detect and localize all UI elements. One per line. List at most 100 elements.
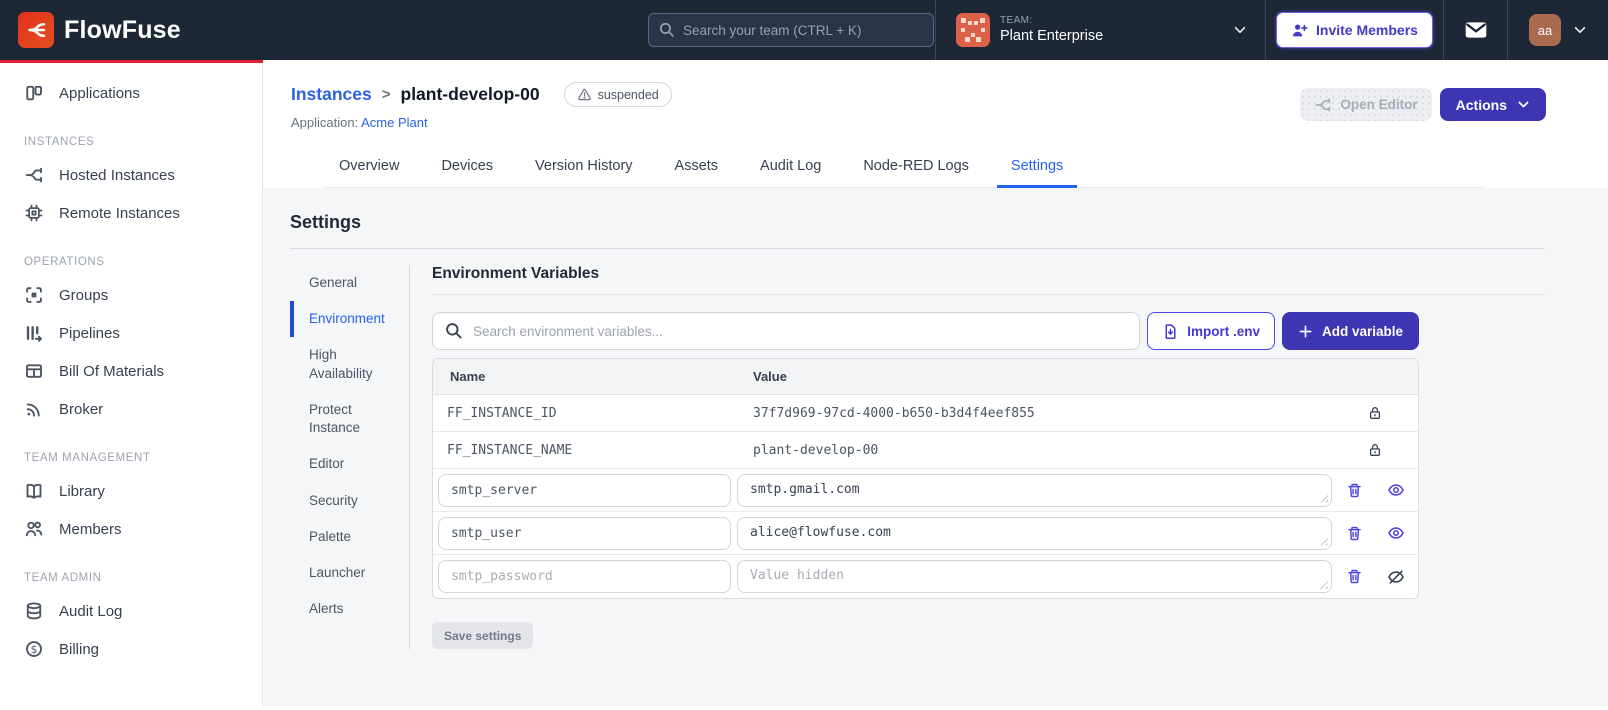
notifications-button[interactable] — [1443, 0, 1507, 60]
lock-icon — [1367, 442, 1383, 458]
plus-icon — [1298, 324, 1313, 339]
delete-variable-button[interactable] — [1346, 525, 1363, 542]
hide-value-eye-slash-icon[interactable] — [1387, 568, 1405, 586]
tab-devices[interactable]: Devices — [427, 150, 507, 188]
top-navbar: FlowFuse TEAM: Plant Enterprise — [0, 0, 1608, 63]
team-selector[interactable]: TEAM: Plant Enterprise — [935, 0, 1265, 60]
instance-name: plant-develop-00 — [400, 84, 540, 104]
brand[interactable]: FlowFuse — [0, 12, 181, 48]
tab-overview[interactable]: Overview — [325, 150, 413, 188]
table-icon — [24, 361, 44, 381]
settings-nav-palette[interactable]: Palette — [290, 519, 409, 555]
import-env-label: Import .env — [1187, 323, 1260, 339]
team-avatar — [956, 13, 990, 47]
table-header: Name Value — [433, 359, 1418, 395]
brand-name: FlowFuse — [64, 15, 181, 44]
settings-nav-alerts[interactable]: Alerts — [290, 591, 409, 627]
status-badge-label: suspended — [597, 87, 659, 102]
chip-icon — [24, 203, 44, 223]
env-value: 37f7d969-97cd-4000-b650-b3d4f4eef855 — [753, 405, 1035, 421]
sidebar-section-instances: INSTANCES — [24, 136, 95, 148]
env-name: FF_INSTANCE_NAME — [447, 442, 573, 458]
invite-members-button[interactable]: Invite Members — [1276, 12, 1433, 48]
global-search — [648, 13, 934, 47]
search-icon — [444, 321, 463, 340]
env-value-input[interactable]: smtp.gmail.com — [737, 473, 1332, 507]
env-search-input[interactable] — [432, 312, 1141, 350]
env-name: FF_INSTANCE_ID — [447, 405, 557, 421]
env-value: plant-develop-00 — [753, 442, 879, 458]
instance-header: Instances > plant-develop-00 suspended A… — [263, 60, 1608, 188]
applications-icon — [24, 83, 44, 103]
user-menu[interactable]: aa — [1507, 0, 1608, 60]
settings-nav-security[interactable]: Security — [290, 483, 409, 519]
sidebar-item-audit-log[interactable]: Audit Log — [0, 592, 262, 630]
sidebar-item-remote-instances[interactable]: Remote Instances — [0, 194, 262, 232]
column-header-name: Name — [450, 369, 486, 384]
open-editor-button[interactable]: Open Editor — [1300, 88, 1432, 121]
settings-nav-editor[interactable]: Editor — [290, 446, 409, 482]
settings-nav-environment[interactable]: Environment — [290, 301, 409, 338]
tab-version-history[interactable]: Version History — [521, 150, 647, 188]
settings-nav-launcher[interactable]: Launcher — [290, 555, 409, 591]
sidebar-item-label: Remote Instances — [59, 204, 180, 222]
avatar: aa — [1529, 14, 1561, 46]
table-row — [433, 555, 1418, 598]
settings-nav-protect-instance[interactable]: Protect Instance — [290, 392, 409, 446]
add-variable-button[interactable]: Add variable — [1281, 312, 1419, 350]
table-row: alice@flowfuse.com — [433, 512, 1418, 555]
column-header-value: Value — [753, 369, 787, 384]
delete-variable-button[interactable] — [1346, 482, 1363, 499]
sidebar-section-operations: OPERATIONS — [24, 256, 105, 268]
sidebar-item-hosted-instances[interactable]: Hosted Instances — [0, 156, 262, 194]
tab-settings[interactable]: Settings — [996, 150, 1078, 188]
environment-variables-title: Environment Variables — [432, 265, 1545, 295]
fork-icon — [24, 165, 44, 185]
sidebar-item-label: Hosted Instances — [59, 166, 175, 184]
sidebar-item-library[interactable]: Library — [0, 472, 262, 510]
tab-audit-log[interactable]: Audit Log — [746, 150, 835, 188]
save-settings-button[interactable]: Save settings — [432, 622, 534, 649]
table-row: FF_INSTANCE_ID 37f7d969-97cd-4000-b650-b… — [433, 395, 1418, 432]
svg-text:$: $ — [31, 643, 38, 656]
breadcrumb-separator: > — [381, 86, 391, 103]
book-icon — [24, 481, 44, 501]
lock-icon — [1367, 405, 1383, 421]
sidebar-item-bill-of-materials[interactable]: Bill Of Materials — [0, 352, 262, 390]
tab-assets[interactable]: Assets — [661, 150, 733, 188]
instance-tabs: Overview Devices Version History Assets … — [325, 150, 1483, 188]
warning-icon — [577, 87, 592, 102]
settings-nav-general[interactable]: General — [290, 265, 409, 301]
env-name-input[interactable] — [438, 560, 731, 593]
team-label: TEAM: — [1000, 14, 1033, 26]
sidebar-item-label: Audit Log — [59, 602, 123, 620]
breadcrumb-instances-link[interactable]: Instances — [291, 84, 372, 105]
sidebar-item-billing[interactable]: $ Billing — [0, 630, 262, 668]
open-editor-label: Open Editor — [1340, 97, 1418, 112]
env-value-input[interactable]: alice@flowfuse.com — [737, 516, 1332, 550]
show-value-eye-icon[interactable] — [1387, 524, 1405, 542]
import-env-button[interactable]: Import .env — [1147, 312, 1275, 350]
delete-variable-button[interactable] — [1346, 568, 1363, 585]
user-plus-icon — [1291, 22, 1308, 39]
application-link[interactable]: Acme Plant — [361, 115, 427, 130]
sidebar-item-label: Bill Of Materials — [59, 362, 165, 380]
team-name: Plant Enterprise — [1000, 28, 1104, 45]
show-value-eye-icon[interactable] — [1387, 481, 1405, 499]
sidebar-item-groups[interactable]: Groups — [0, 276, 262, 314]
sidebar-item-pipelines[interactable]: Pipelines — [0, 314, 262, 352]
sidebar-item-members[interactable]: Members — [0, 510, 262, 548]
environment-panel: Environment Variables Import .env — [432, 265, 1545, 649]
env-name-input[interactable] — [438, 516, 731, 550]
sidebar: Applications INSTANCES Hosted Instances … — [0, 60, 263, 707]
settings-nav-high-availability[interactable]: High Availability — [290, 337, 409, 391]
env-name-input[interactable] — [438, 473, 731, 507]
env-value-input[interactable] — [737, 560, 1332, 593]
tab-node-red-logs[interactable]: Node-RED Logs — [849, 150, 983, 188]
sidebar-item-broker[interactable]: Broker — [0, 390, 262, 428]
global-search-input[interactable] — [648, 13, 934, 47]
actions-button[interactable]: Actions — [1439, 88, 1546, 121]
document-download-icon — [1162, 323, 1179, 340]
chevron-down-icon — [1233, 23, 1247, 37]
sidebar-item-applications[interactable]: Applications — [0, 74, 262, 112]
